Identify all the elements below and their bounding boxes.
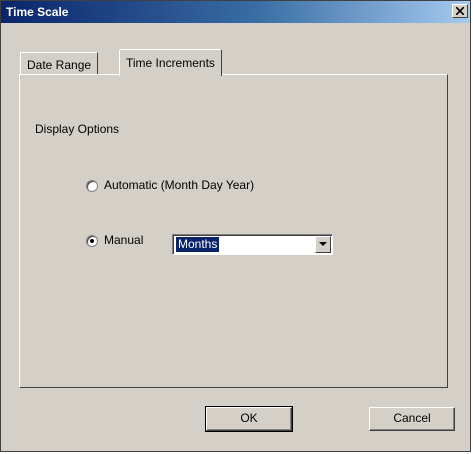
ok-button[interactable]: OK: [205, 406, 293, 432]
select-dropdown-button[interactable]: [315, 236, 331, 253]
tab-date-range-label: Date Range: [27, 58, 92, 72]
chevron-down-icon: [319, 242, 327, 246]
tab-time-increments[interactable]: Time Increments: [119, 49, 222, 76]
close-button[interactable]: [452, 4, 468, 18]
radio-selected-dot: [90, 239, 94, 243]
tab-time-increments-label: Time Increments: [126, 56, 215, 70]
cancel-button[interactable]: Cancel: [369, 407, 455, 431]
title-bar[interactable]: Time Scale: [1, 1, 470, 23]
radio-manual-label[interactable]: Manual: [104, 233, 143, 247]
radio-automatic-label[interactable]: Automatic (Month Day Year): [104, 178, 254, 192]
radio-automatic[interactable]: [86, 180, 98, 192]
increment-select-value: Months: [176, 237, 220, 252]
window-title: Time Scale: [6, 5, 69, 19]
display-options-label: Display Options: [35, 122, 120, 136]
close-icon: [456, 7, 464, 15]
radio-manual[interactable]: [86, 235, 98, 247]
tab-date-range[interactable]: Date Range: [20, 52, 99, 74]
increment-select[interactable]: Months: [172, 234, 333, 255]
